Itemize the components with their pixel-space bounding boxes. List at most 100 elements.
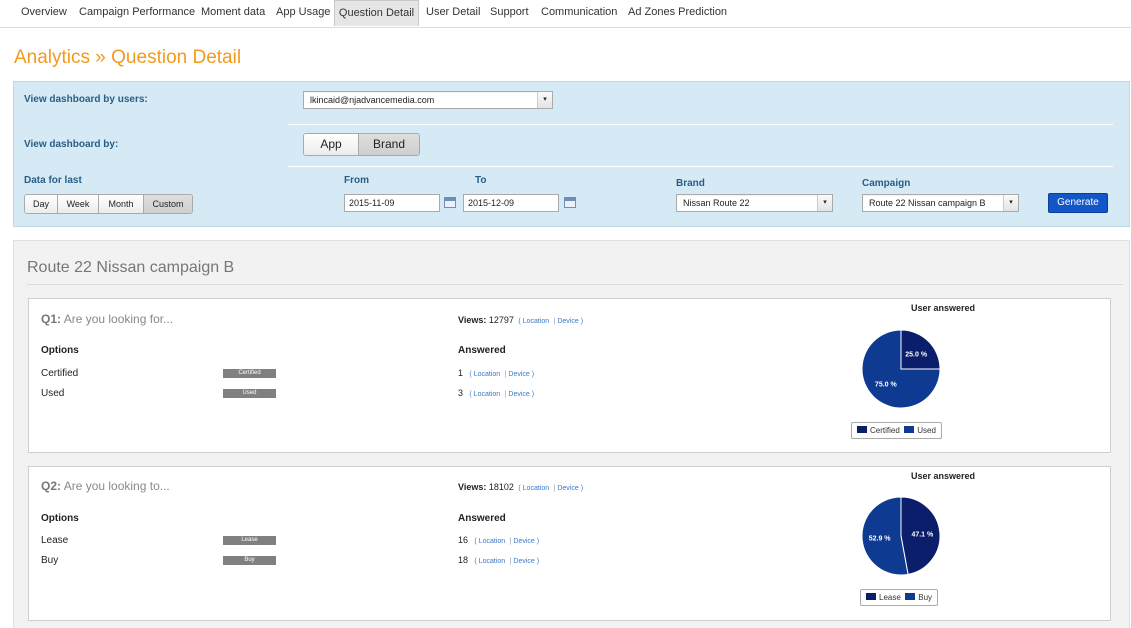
tab-overview[interactable]: Overview	[21, 0, 67, 25]
legend-swatch	[857, 426, 867, 434]
option-bar: Certified	[223, 369, 276, 378]
views-label: Views:	[458, 315, 487, 325]
campaign-select[interactable]: Route 22 Nissan campaign B ▾	[862, 194, 1019, 212]
tab-moment-data[interactable]: Moment data	[201, 0, 265, 25]
legend-label: Used	[917, 426, 936, 435]
legend-swatch	[905, 593, 916, 601]
legend-label: Certified	[870, 426, 900, 435]
chevron-down-icon: ▾	[537, 92, 552, 108]
pie-slice-certified[interactable]	[900, 329, 941, 370]
pie-chart-q1: 25.0 % 75.0 %	[861, 329, 941, 409]
view-by-toggle: App Brand	[303, 133, 420, 156]
option-label: Lease	[41, 535, 69, 546]
chevron-down-icon: ▾	[1003, 195, 1018, 211]
device-link[interactable]: Device	[513, 558, 534, 565]
option-label: Buy	[41, 555, 59, 566]
question-number: Q2:	[41, 479, 62, 493]
answered-count: 3	[458, 388, 464, 398]
answered-count: 18	[458, 555, 469, 565]
pie-legend: Certified Used	[851, 422, 942, 439]
tab-ad-zones-prediction[interactable]: Ad Zones Prediction	[628, 0, 727, 25]
options-header: Options	[41, 345, 79, 356]
device-link[interactable]: Device	[508, 391, 529, 398]
chevron-down-icon: ▾	[817, 195, 832, 211]
pie-slice-label: 25.0 %	[905, 351, 928, 358]
answered-count: 16	[458, 535, 469, 545]
from-label: From	[344, 175, 369, 186]
brand-select-value: Nissan Route 22	[683, 198, 750, 208]
campaign-title: Route 22 Nissan campaign B	[27, 259, 235, 276]
period-custom-button[interactable]: Custom	[144, 195, 192, 213]
brand-label: Brand	[676, 178, 705, 189]
pie-title: User answered	[911, 471, 976, 481]
period-day-button[interactable]: Day	[25, 195, 58, 213]
views-count: Views: 12797 ( Location | Device )	[458, 315, 584, 325]
to-label: To	[475, 175, 487, 186]
users-label: View dashboard by users:	[24, 94, 148, 105]
divider	[288, 124, 1113, 125]
brand-select[interactable]: Nissan Route 22 ▾	[676, 194, 833, 212]
view-by-app-button[interactable]: App	[304, 134, 359, 155]
views-value: 18102	[488, 482, 514, 492]
views-value: 12797	[488, 315, 514, 325]
answered-row: 1 ( Location | Device )	[458, 368, 535, 378]
option-label: Certified	[41, 368, 79, 379]
pie-slice-label: 52.9 %	[869, 535, 892, 542]
location-link[interactable]: Location	[523, 318, 549, 325]
tab-support[interactable]: Support	[490, 0, 529, 25]
question-text: Are you looking to...	[63, 479, 170, 493]
answered-row: 3 ( Location | Device )	[458, 388, 535, 398]
views-label: Views:	[458, 482, 487, 492]
to-date-input[interactable]: 2015-12-09	[463, 194, 559, 212]
tab-campaign-performance[interactable]: Campaign Performance	[79, 0, 195, 25]
calendar-icon[interactable]	[564, 197, 576, 208]
divider	[27, 284, 1123, 285]
location-link[interactable]: Location	[523, 485, 549, 492]
view-by-label: View dashboard by:	[24, 139, 119, 150]
answered-row: 16 ( Location | Device )	[458, 535, 540, 545]
tab-question-detail[interactable]: Question Detail	[334, 0, 419, 26]
tab-user-detail[interactable]: User Detail	[426, 0, 480, 25]
options-header: Options	[41, 513, 79, 524]
pie-title: User answered	[911, 303, 976, 313]
option-bar: Lease	[223, 536, 276, 545]
users-select[interactable]: lkincaid@njadvancemedia.com ▾	[303, 91, 553, 109]
option-label: Used	[41, 388, 65, 399]
period-label: Data for last	[24, 175, 82, 186]
pie-slice-label: 47.1 %	[911, 532, 934, 539]
question-title: Q1: Are you looking for...	[41, 312, 173, 326]
answered-header: Answered	[458, 345, 506, 356]
divider	[288, 166, 1113, 167]
calendar-icon[interactable]	[444, 197, 456, 208]
view-by-brand-button[interactable]: Brand	[359, 134, 419, 155]
period-month-button[interactable]: Month	[99, 195, 144, 213]
legend-swatch	[866, 593, 876, 601]
location-link[interactable]: Location	[474, 371, 500, 378]
period-week-button[interactable]: Week	[58, 195, 99, 213]
option-bar: Buy	[223, 556, 276, 565]
device-link[interactable]: Device	[557, 485, 578, 492]
device-link[interactable]: Device	[513, 538, 534, 545]
answered-count: 1	[458, 368, 464, 378]
campaign-label: Campaign	[862, 178, 911, 189]
tab-communication[interactable]: Communication	[541, 0, 617, 25]
location-link[interactable]: Location	[474, 391, 500, 398]
users-select-value: lkincaid@njadvancemedia.com	[310, 95, 435, 105]
device-link[interactable]: Device	[557, 318, 578, 325]
campaign-select-value: Route 22 Nissan campaign B	[869, 198, 986, 208]
legend-label: Buy	[918, 593, 933, 602]
location-link[interactable]: Location	[479, 558, 505, 565]
from-date-input[interactable]: 2015-11-09	[344, 194, 440, 212]
generate-button[interactable]: Generate	[1048, 193, 1108, 213]
question-title: Q2: Are you looking to...	[41, 479, 170, 493]
period-toggle: Day Week Month Custom	[24, 194, 193, 214]
question-text: Are you looking for...	[63, 312, 174, 326]
option-bar: Used	[223, 389, 276, 398]
tab-app-usage[interactable]: App Usage	[276, 0, 330, 25]
device-link[interactable]: Device	[508, 371, 529, 378]
top-nav: Overview Campaign Performance Moment dat…	[0, 0, 1131, 28]
pie-legend: Lease Buy	[860, 589, 939, 606]
location-link[interactable]: Location	[479, 538, 505, 545]
question-number: Q1:	[41, 312, 62, 326]
legend-swatch	[904, 426, 915, 434]
